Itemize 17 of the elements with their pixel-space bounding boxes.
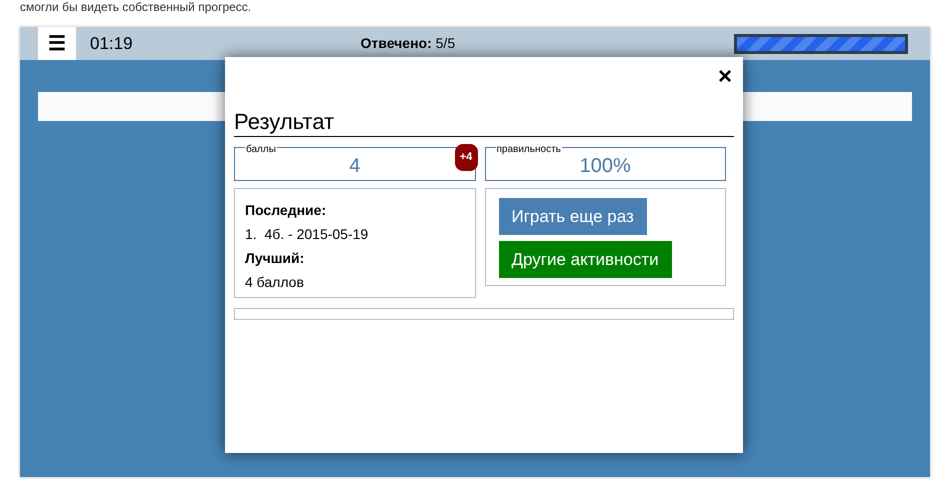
- history-heading: Последние:: [245, 202, 328, 219]
- timer: 01:19: [90, 32, 133, 55]
- stat-legend: баллы: [245, 145, 277, 155]
- stat-value: 4: [349, 154, 360, 178]
- intro-text: смогли бы видеть собственный прогресс.: [20, 0, 252, 14]
- answered-count: Отвечено: 5/5: [360, 34, 456, 53]
- close-button[interactable]: ×: [718, 65, 732, 89]
- play-again-button[interactable]: Играть еще раз: [498, 198, 647, 235]
- stat-legend: правильность: [496, 145, 562, 155]
- history-entry: 4 баллов: [245, 274, 305, 291]
- history-entry: 1. 4б. - 2015-05-19: [245, 226, 370, 243]
- menu-button[interactable]: ☰: [38, 27, 76, 60]
- history-heading: Лучший:: [245, 250, 306, 267]
- other-activities-button[interactable]: Другие активности: [498, 241, 672, 278]
- stat-value: 100%: [580, 154, 631, 178]
- score-badge: +4: [454, 144, 478, 171]
- dialog-title: Результат: [234, 109, 734, 137]
